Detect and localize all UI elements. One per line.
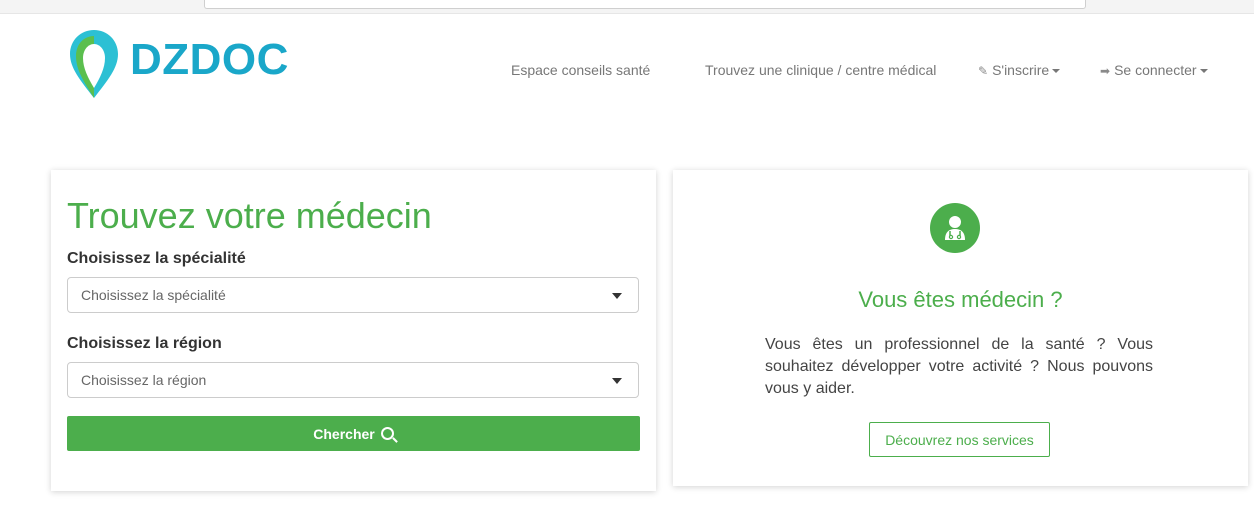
- page-title: Trouvez votre médecin: [67, 195, 432, 236]
- specialty-label: Choisissez la spécialité: [67, 250, 246, 267]
- search-button[interactable]: Chercher: [67, 416, 640, 451]
- nav-item-login[interactable]: ➡ Se connecter: [1100, 62, 1208, 78]
- specialty-select-value: Choisissez la spécialité: [81, 287, 226, 303]
- doctor-icon: [930, 203, 980, 253]
- caret-down-icon: [612, 293, 622, 299]
- search-button-label: Chercher: [313, 425, 375, 442]
- nav-item-label: Trouvez une clinique / centre médical: [705, 62, 937, 78]
- discover-services-button[interactable]: Découvrez nos services: [869, 422, 1050, 457]
- logo-text: DZDOC: [130, 35, 289, 84]
- nav-item-label: Se connecter: [1114, 62, 1197, 78]
- nav-item-register[interactable]: ✎ S'inscrire: [978, 62, 1061, 78]
- region-label: Choisissez la région: [67, 335, 222, 352]
- site-logo[interactable]: DZDOC: [66, 28, 289, 100]
- nav-item-label: Espace conseils santé: [511, 62, 651, 78]
- doctor-card-title: Vous êtes médecin ?: [858, 287, 1063, 312]
- nav-item-find-clinic[interactable]: Trouvez une clinique / centre médical: [705, 62, 936, 78]
- nav-item-health-tips[interactable]: Espace conseils santé: [511, 62, 650, 78]
- search-card: Trouvez votre médecin Choisissez la spéc…: [51, 170, 656, 491]
- edit-icon: ✎: [978, 64, 989, 78]
- location-pin-logo-icon: [70, 30, 118, 98]
- top-search-bar[interactable]: [204, 0, 1086, 9]
- search-icon: [380, 427, 394, 440]
- sign-in-icon: ➡: [1100, 64, 1111, 78]
- nav-item-label: S'inscrire: [992, 62, 1050, 78]
- chevron-down-icon: [1199, 69, 1208, 74]
- chevron-down-icon: [1052, 69, 1061, 74]
- doctor-card: Vous êtes médecin ? Vous êtes un profess…: [673, 170, 1248, 486]
- caret-down-icon: [612, 378, 622, 384]
- specialty-select[interactable]: Choisissez la spécialité: [67, 277, 639, 313]
- doctor-card-text: Vous êtes un professionnel de la santé ?…: [765, 336, 1153, 397]
- region-select[interactable]: Choisissez la région: [67, 362, 639, 398]
- region-select-value: Choisissez la région: [81, 372, 207, 388]
